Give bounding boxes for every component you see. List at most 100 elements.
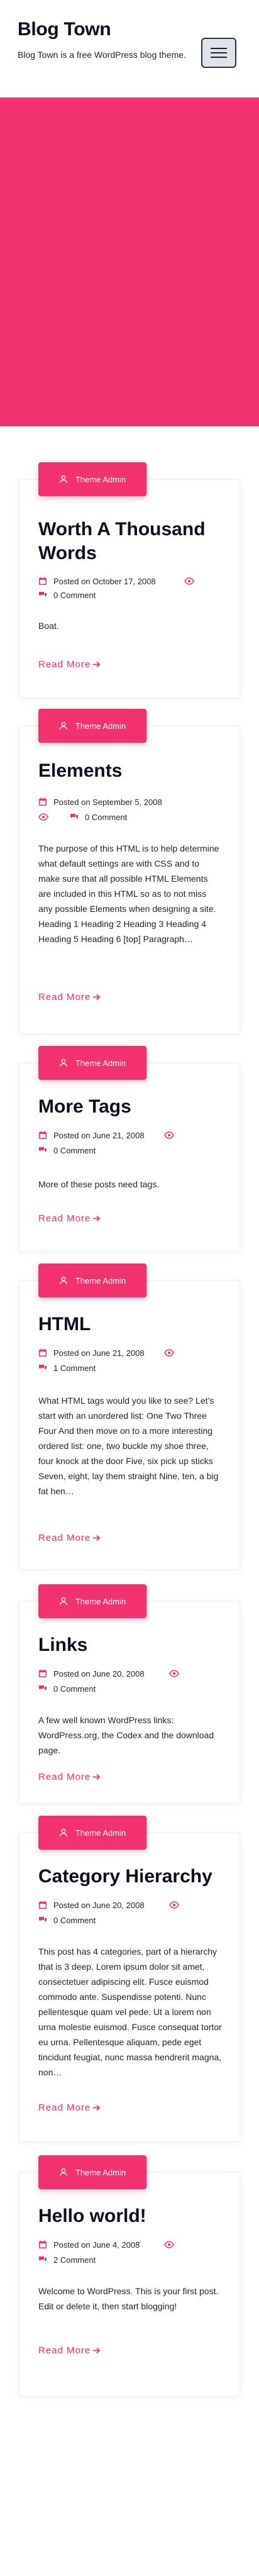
author-name: Theme Admin (75, 1828, 126, 1838)
eye-icon (169, 1670, 179, 1677)
arrow-right-icon (93, 2347, 101, 2354)
comments-icon (39, 1365, 47, 1370)
eye-icon (164, 1131, 174, 1139)
post-card: Theme Admin Hello world! Posted on June … (19, 2155, 240, 2396)
post-meta-date: Posted on June 4, 2008 (38, 2238, 227, 2251)
menu-toggle-button[interactable] (201, 38, 236, 68)
post-meta-date: Posted on September 5, 2008 (38, 796, 227, 808)
read-more-link[interactable]: Read More (38, 1533, 101, 1543)
post-date[interactable]: Posted on October 17, 2008 (53, 577, 156, 586)
comments-icon (70, 814, 78, 819)
post-date[interactable]: Posted on June 20, 2008 (53, 1669, 145, 1679)
post-excerpt: Welcome to WordPress. This is your first… (38, 2286, 219, 2311)
author-name: Theme Admin (75, 2167, 126, 2177)
read-more-label: Read More (38, 1533, 91, 1543)
post-comments[interactable]: 0 Comment (53, 1684, 96, 1694)
read-more-link[interactable]: Read More (38, 1772, 101, 1782)
post-card: Theme Admin Category Hierarchy Posted on… (19, 1816, 240, 2142)
calendar-icon (39, 2240, 47, 2248)
user-icon (59, 475, 67, 484)
site-title[interactable]: Blog Town (18, 19, 111, 40)
calendar-icon (39, 1901, 47, 1909)
post-comments[interactable]: 2 Comment (53, 2255, 96, 2265)
post-meta-date: Posted on June 21, 2008 (38, 1129, 227, 1141)
post-meta-comments: 0 Comment (38, 811, 227, 823)
arrow-right-icon (93, 2104, 101, 2111)
eye-icon (164, 2241, 174, 2248)
author-name: Theme Admin (75, 721, 126, 731)
site-header: Blog Town Blog Town is a free WordPress … (0, 0, 259, 97)
read-more-label: Read More (38, 659, 91, 670)
post-comments[interactable]: 0 Comment (53, 1146, 96, 1155)
user-icon (59, 1597, 67, 1606)
post-excerpt: What HTML tags would you like to see? Le… (38, 1396, 219, 1496)
author-name: Theme Admin (75, 1275, 126, 1285)
comments-icon (39, 1685, 47, 1690)
author-button[interactable]: Theme Admin (38, 1816, 146, 1850)
post-excerpt: This post has 4 categories, part of a hi… (38, 1946, 222, 2077)
post-card: Theme Admin Links Posted on June 20, 200… (19, 1584, 240, 1804)
read-more-link[interactable]: Read More (38, 2102, 101, 2113)
post-meta-comments: 0 Comment (38, 1914, 227, 1926)
author-name: Theme Admin (75, 1058, 126, 1068)
read-more-label: Read More (38, 2345, 91, 2356)
post-comments[interactable]: 1 Comment (53, 1363, 96, 1373)
author-button[interactable]: Theme Admin (38, 462, 146, 496)
read-more-link[interactable]: Read More (38, 1213, 101, 1224)
read-more-label: Read More (38, 1213, 91, 1224)
read-more-label: Read More (38, 1772, 91, 1782)
author-button[interactable]: Theme Admin (38, 1584, 146, 1618)
post-title[interactable]: Elements (38, 759, 227, 783)
post-meta-date: Posted on October 17, 2008 (38, 575, 227, 587)
user-icon (59, 1828, 67, 1837)
post-title[interactable]: Category Hierarchy (38, 1865, 227, 1889)
user-icon (59, 721, 67, 730)
read-more-link[interactable]: Read More (38, 2345, 101, 2356)
post-meta-comments: 2 Comment (38, 2253, 227, 2266)
author-button[interactable]: Theme Admin (38, 2155, 146, 2189)
eye-icon (169, 1901, 179, 1909)
post-comments[interactable]: 0 Comment (53, 591, 96, 600)
post-title[interactable]: HTML (38, 1313, 227, 1336)
user-icon (59, 2168, 67, 2177)
author-button[interactable]: Theme Admin (38, 1046, 146, 1080)
author-name: Theme Admin (75, 1596, 126, 1606)
arrow-right-icon (93, 1215, 101, 1222)
read-more-link[interactable]: Read More (38, 659, 101, 670)
post-date[interactable]: Posted on June 21, 2008 (53, 1348, 145, 1358)
post-card: Theme Admin Worth A Thousand Words Poste… (19, 462, 240, 698)
post-comments[interactable]: 0 Comment (53, 1916, 96, 1925)
post-meta-comments: 0 Comment (38, 589, 227, 601)
comments-icon (39, 592, 47, 597)
post-meta-date: Posted on June 20, 2008 (38, 1667, 227, 1680)
post-date[interactable]: Posted on June 20, 2008 (53, 1901, 145, 1910)
post-excerpt: Boat. (38, 621, 59, 631)
post-date[interactable]: Posted on June 4, 2008 (53, 2240, 140, 2250)
site-description: Blog Town is a free WordPress blog theme… (18, 50, 186, 60)
comments-icon (39, 1147, 47, 1152)
post-meta-date: Posted on June 21, 2008 (38, 1346, 227, 1359)
read-more-link[interactable]: Read More (38, 992, 101, 1002)
post-excerpt: A few well known WordPress links: WordPr… (38, 1715, 214, 1755)
eye-icon (184, 577, 194, 585)
post-title[interactable]: Worth A Thousand Words (38, 518, 227, 565)
read-more-label: Read More (38, 2102, 91, 2113)
arrow-right-icon (93, 994, 101, 1001)
post-title[interactable]: Links (38, 1633, 227, 1657)
author-button[interactable]: Theme Admin (38, 709, 146, 743)
post-title[interactable]: Hello world! (38, 2204, 227, 2228)
post-title[interactable]: More Tags (38, 1095, 227, 1119)
user-icon (59, 1276, 67, 1285)
hero-banner (0, 97, 259, 426)
post-date[interactable]: Posted on June 21, 2008 (53, 1131, 145, 1140)
calendar-icon (39, 1669, 47, 1677)
arrow-right-icon (93, 1535, 101, 1541)
post-card: Theme Admin HTML Posted on June 21, 2008… (19, 1263, 240, 1570)
post-comments[interactable]: 0 Comment (85, 813, 127, 822)
arrow-right-icon (93, 661, 101, 668)
calendar-icon (39, 1348, 47, 1357)
author-button[interactable]: Theme Admin (38, 1263, 146, 1297)
comments-icon (39, 1917, 47, 1922)
post-meta-date: Posted on June 20, 2008 (38, 1899, 227, 1911)
post-date[interactable]: Posted on September 5, 2008 (53, 797, 162, 807)
